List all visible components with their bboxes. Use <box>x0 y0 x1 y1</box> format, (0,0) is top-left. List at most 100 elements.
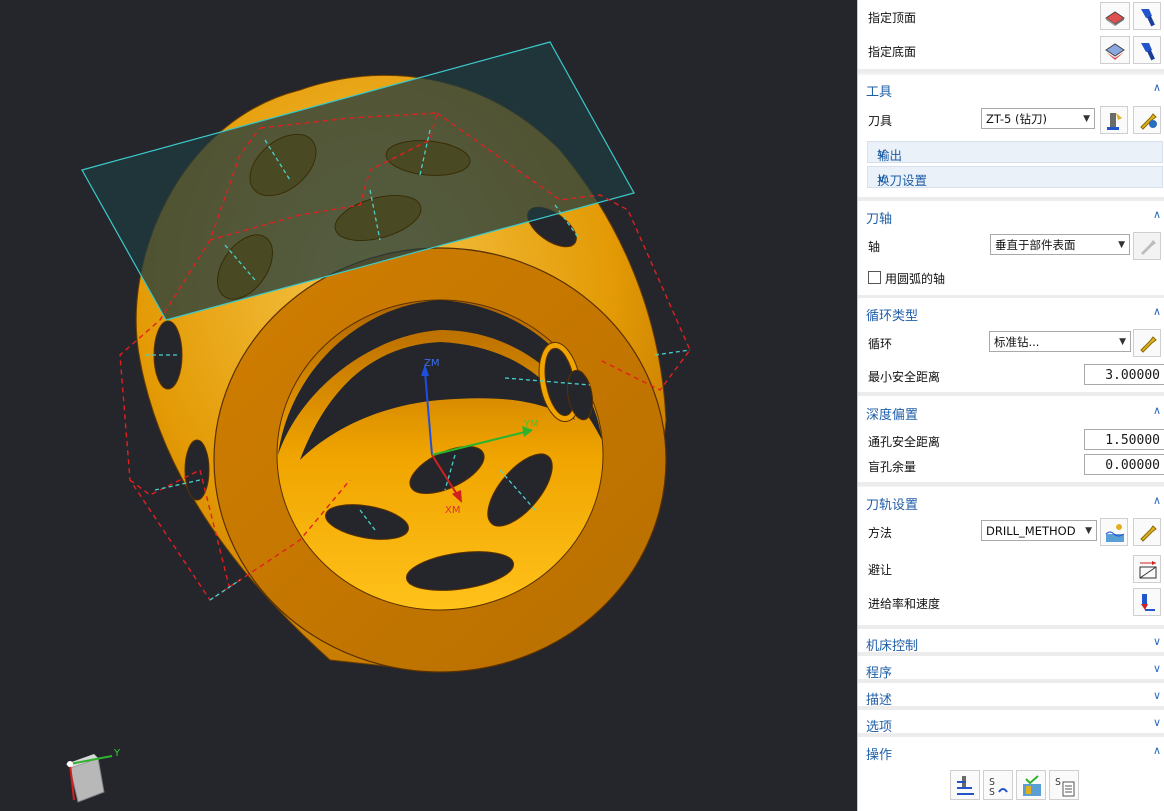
blind-stock-label: 盲孔余量 <box>868 460 917 474</box>
through-clearance-input[interactable]: 1.50000 <box>1084 429 1164 450</box>
verify-icon <box>1023 775 1041 796</box>
min-clearance-input[interactable]: 3.00000 <box>1084 364 1164 385</box>
blind-stock-input[interactable]: 0.00000 <box>1084 454 1164 475</box>
dropdown-arrow-icon: ▼ <box>1083 114 1090 124</box>
tool-edit-icon <box>1107 113 1122 130</box>
actions-header[interactable]: 操作 <box>866 744 892 763</box>
flashlight-icon <box>1141 43 1155 61</box>
cycle-edit-button[interactable] <box>1133 329 1161 357</box>
generate-icon <box>957 776 974 795</box>
arc-axis-checkbox[interactable] <box>868 271 881 284</box>
replay-icon: SS <box>989 777 1008 798</box>
chevron-down-icon: ∨ <box>877 170 887 185</box>
description-header: 描述 <box>866 693 893 708</box>
axis-dropdown[interactable]: 垂直于部件表面 ▼ <box>990 234 1130 255</box>
replay-button[interactable]: SS <box>983 770 1013 800</box>
dropdown-arrow-icon: ▼ <box>1119 337 1126 347</box>
cycle-type-header[interactable]: 循环类型 <box>866 305 918 324</box>
method-display-button[interactable] <box>1100 518 1128 546</box>
output-subsection[interactable]: 输出 ∨ <box>867 141 1163 163</box>
chevron-down-icon: ∨ <box>1152 662 1161 675</box>
feeds-speeds-label: 进给率和速度 <box>868 597 941 611</box>
edit-tool-button[interactable] <box>1100 106 1128 134</box>
actions-section: 操作 ∧ SS S <box>858 737 1164 811</box>
chevron-down-icon: ∨ <box>1152 716 1161 729</box>
wrench-icon <box>1140 525 1157 542</box>
method-label: 方法 <box>868 526 893 540</box>
model-view[interactable]: ZM YM XM Y <box>0 0 856 811</box>
cycle-dropdown[interactable]: 标准钻... ▼ <box>989 331 1131 352</box>
cycle-label: 循环 <box>868 337 893 351</box>
select-top-face-button[interactable] <box>1100 2 1130 30</box>
tool-label: 刀具 <box>868 114 893 128</box>
chevron-up-icon[interactable]: ∧ <box>1153 305 1161 318</box>
avoid-button[interactable] <box>1133 555 1161 583</box>
list-icon: S <box>1055 777 1075 797</box>
cycle-type-section: 循环类型 ∧ 循环 标准钻... ▼ 最小安全距离 3.00000 <box>858 298 1164 396</box>
xm-axis-label: XM <box>445 505 460 516</box>
new-tool-button[interactable] <box>1133 106 1161 134</box>
through-clearance-label: 通孔安全距离 <box>868 435 941 449</box>
view-triad[interactable]: Y <box>66 748 121 803</box>
wrench-icon <box>1140 113 1157 130</box>
feeds-speeds-icon <box>1141 594 1155 611</box>
tool-change-subsection[interactable]: 换刀设置 ∨ <box>867 166 1163 188</box>
depth-offset-header[interactable]: 深度偏置 <box>866 404 918 423</box>
flashlight-icon <box>1141 9 1155 27</box>
avoid-label: 避让 <box>868 563 893 577</box>
axis-edit-button[interactable] <box>1133 232 1161 260</box>
triad-y-label: Y <box>113 748 121 759</box>
tool-axis-section: 刀轴 ∧ 轴 垂直于部件表面 ▼ 用圆弧的轴 <box>858 201 1164 299</box>
geometry-section: 指定顶面 指定底面 <box>858 0 1164 73</box>
select-bottom-face-button[interactable] <box>1100 36 1130 64</box>
arc-axis-label: 用圆弧的轴 <box>885 272 946 286</box>
generate-button[interactable] <box>950 770 980 800</box>
path-settings-header[interactable]: 刀轨设置 <box>866 494 918 513</box>
machine-control-section[interactable]: 机床控制 ∨ <box>858 629 1164 656</box>
bottom-face-label: 指定底面 <box>868 45 917 59</box>
feeds-speeds-button[interactable] <box>1133 588 1161 616</box>
chevron-down-icon: ∨ <box>877 145 887 160</box>
tool-axis-header[interactable]: 刀轴 <box>866 208 892 227</box>
chevron-up-icon[interactable]: ∧ <box>1153 744 1161 757</box>
chevron-up-icon[interactable]: ∧ <box>1153 81 1161 94</box>
tool-section-header[interactable]: 工具 <box>866 81 892 100</box>
chevron-down-icon: ∨ <box>1152 635 1161 648</box>
top-face-flashlight-button[interactable] <box>1133 2 1161 30</box>
list-button[interactable]: S <box>1049 770 1079 800</box>
options-section[interactable]: 选项 ∨ <box>858 710 1164 737</box>
tool-dropdown[interactable]: ZT-5 (钻刀) ▼ <box>981 108 1095 129</box>
depth-offset-section: 深度偏置 ∧ 通孔安全距离 1.50000 盲孔余量 0.00000 <box>858 396 1164 486</box>
chevron-down-icon: ∨ <box>1152 689 1161 702</box>
options-header: 选项 <box>866 720 893 735</box>
method-dropdown[interactable]: DRILL_METHOD ▼ <box>981 520 1097 541</box>
program-section[interactable]: 程序 ∨ <box>858 656 1164 683</box>
svg-text:S: S <box>989 787 995 798</box>
wrench-icon <box>1140 336 1157 353</box>
machine-control-header: 机床控制 <box>866 639 919 654</box>
bottom-face-flashlight-button[interactable] <box>1133 36 1161 64</box>
tool-section: 工具 ∧ 刀具 ZT-5 (钻刀) ▼ 输出 ∨ 换刀设置 ∨ <box>858 75 1164 201</box>
dropdown-arrow-icon: ▼ <box>1085 526 1092 536</box>
drill-operation-panel: 指定顶面 指定底面 工具 ∧ 刀具 ZT-5 (钻刀) ▼ 输出 ∨ 换刀设置 … <box>857 0 1164 811</box>
face-select-icon <box>1105 11 1125 26</box>
dropdown-arrow-icon: ▼ <box>1118 240 1125 250</box>
wrench-icon <box>1141 240 1156 255</box>
ym-axis-label: YM <box>523 419 539 430</box>
avoid-icon <box>1139 561 1157 579</box>
path-settings-section: 刀轨设置 ∧ 方法 DRILL_METHOD ▼ 避让 进给率和速度 <box>858 487 1164 629</box>
description-section[interactable]: 描述 ∨ <box>858 683 1164 710</box>
face-select-icon <box>1105 43 1125 60</box>
chevron-up-icon[interactable]: ∧ <box>1153 404 1161 417</box>
verify-button[interactable] <box>1016 770 1046 800</box>
graphics-viewport[interactable]: ZM YM XM Y <box>0 0 856 811</box>
chevron-up-icon[interactable]: ∧ <box>1153 208 1161 221</box>
svg-text:S: S <box>1055 777 1061 788</box>
zm-axis-label: ZM <box>424 358 439 369</box>
min-clearance-label: 最小安全距离 <box>868 370 941 384</box>
method-edit-button[interactable] <box>1133 518 1161 546</box>
program-header: 程序 <box>866 666 893 681</box>
axis-label: 轴 <box>868 240 881 254</box>
method-icon <box>1105 524 1125 542</box>
chevron-up-icon[interactable]: ∧ <box>1153 494 1161 507</box>
